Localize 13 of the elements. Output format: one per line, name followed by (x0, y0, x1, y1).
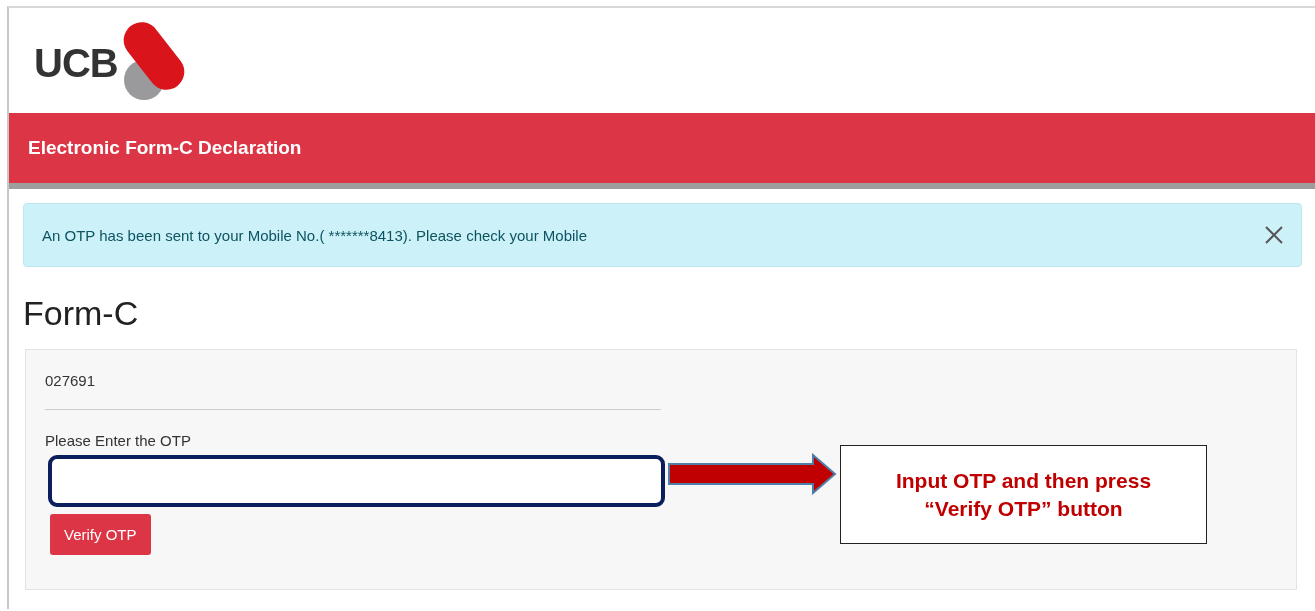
verify-otp-button[interactable]: Verify OTP (50, 514, 151, 555)
callout-text: “Verify OTP” button (924, 496, 1123, 521)
callout-text: Input OTP and then press (895, 468, 1152, 493)
reference-number: 027691 (45, 372, 96, 389)
otp-label: Please Enter the OTP (45, 432, 191, 449)
otp-input-field[interactable] (48, 455, 665, 507)
logo-icon (121, 19, 186, 102)
logo-text: UCB (34, 41, 118, 86)
close-icon[interactable] (1265, 226, 1283, 244)
arrow-icon (667, 453, 837, 495)
form-heading: Form-C (23, 293, 140, 333)
page-title: Electronic Form-C Declaration (28, 137, 302, 159)
alert-message: An OTP has been sent to your Mobile No.( *******8413). Please check your Mobile (42, 226, 588, 244)
